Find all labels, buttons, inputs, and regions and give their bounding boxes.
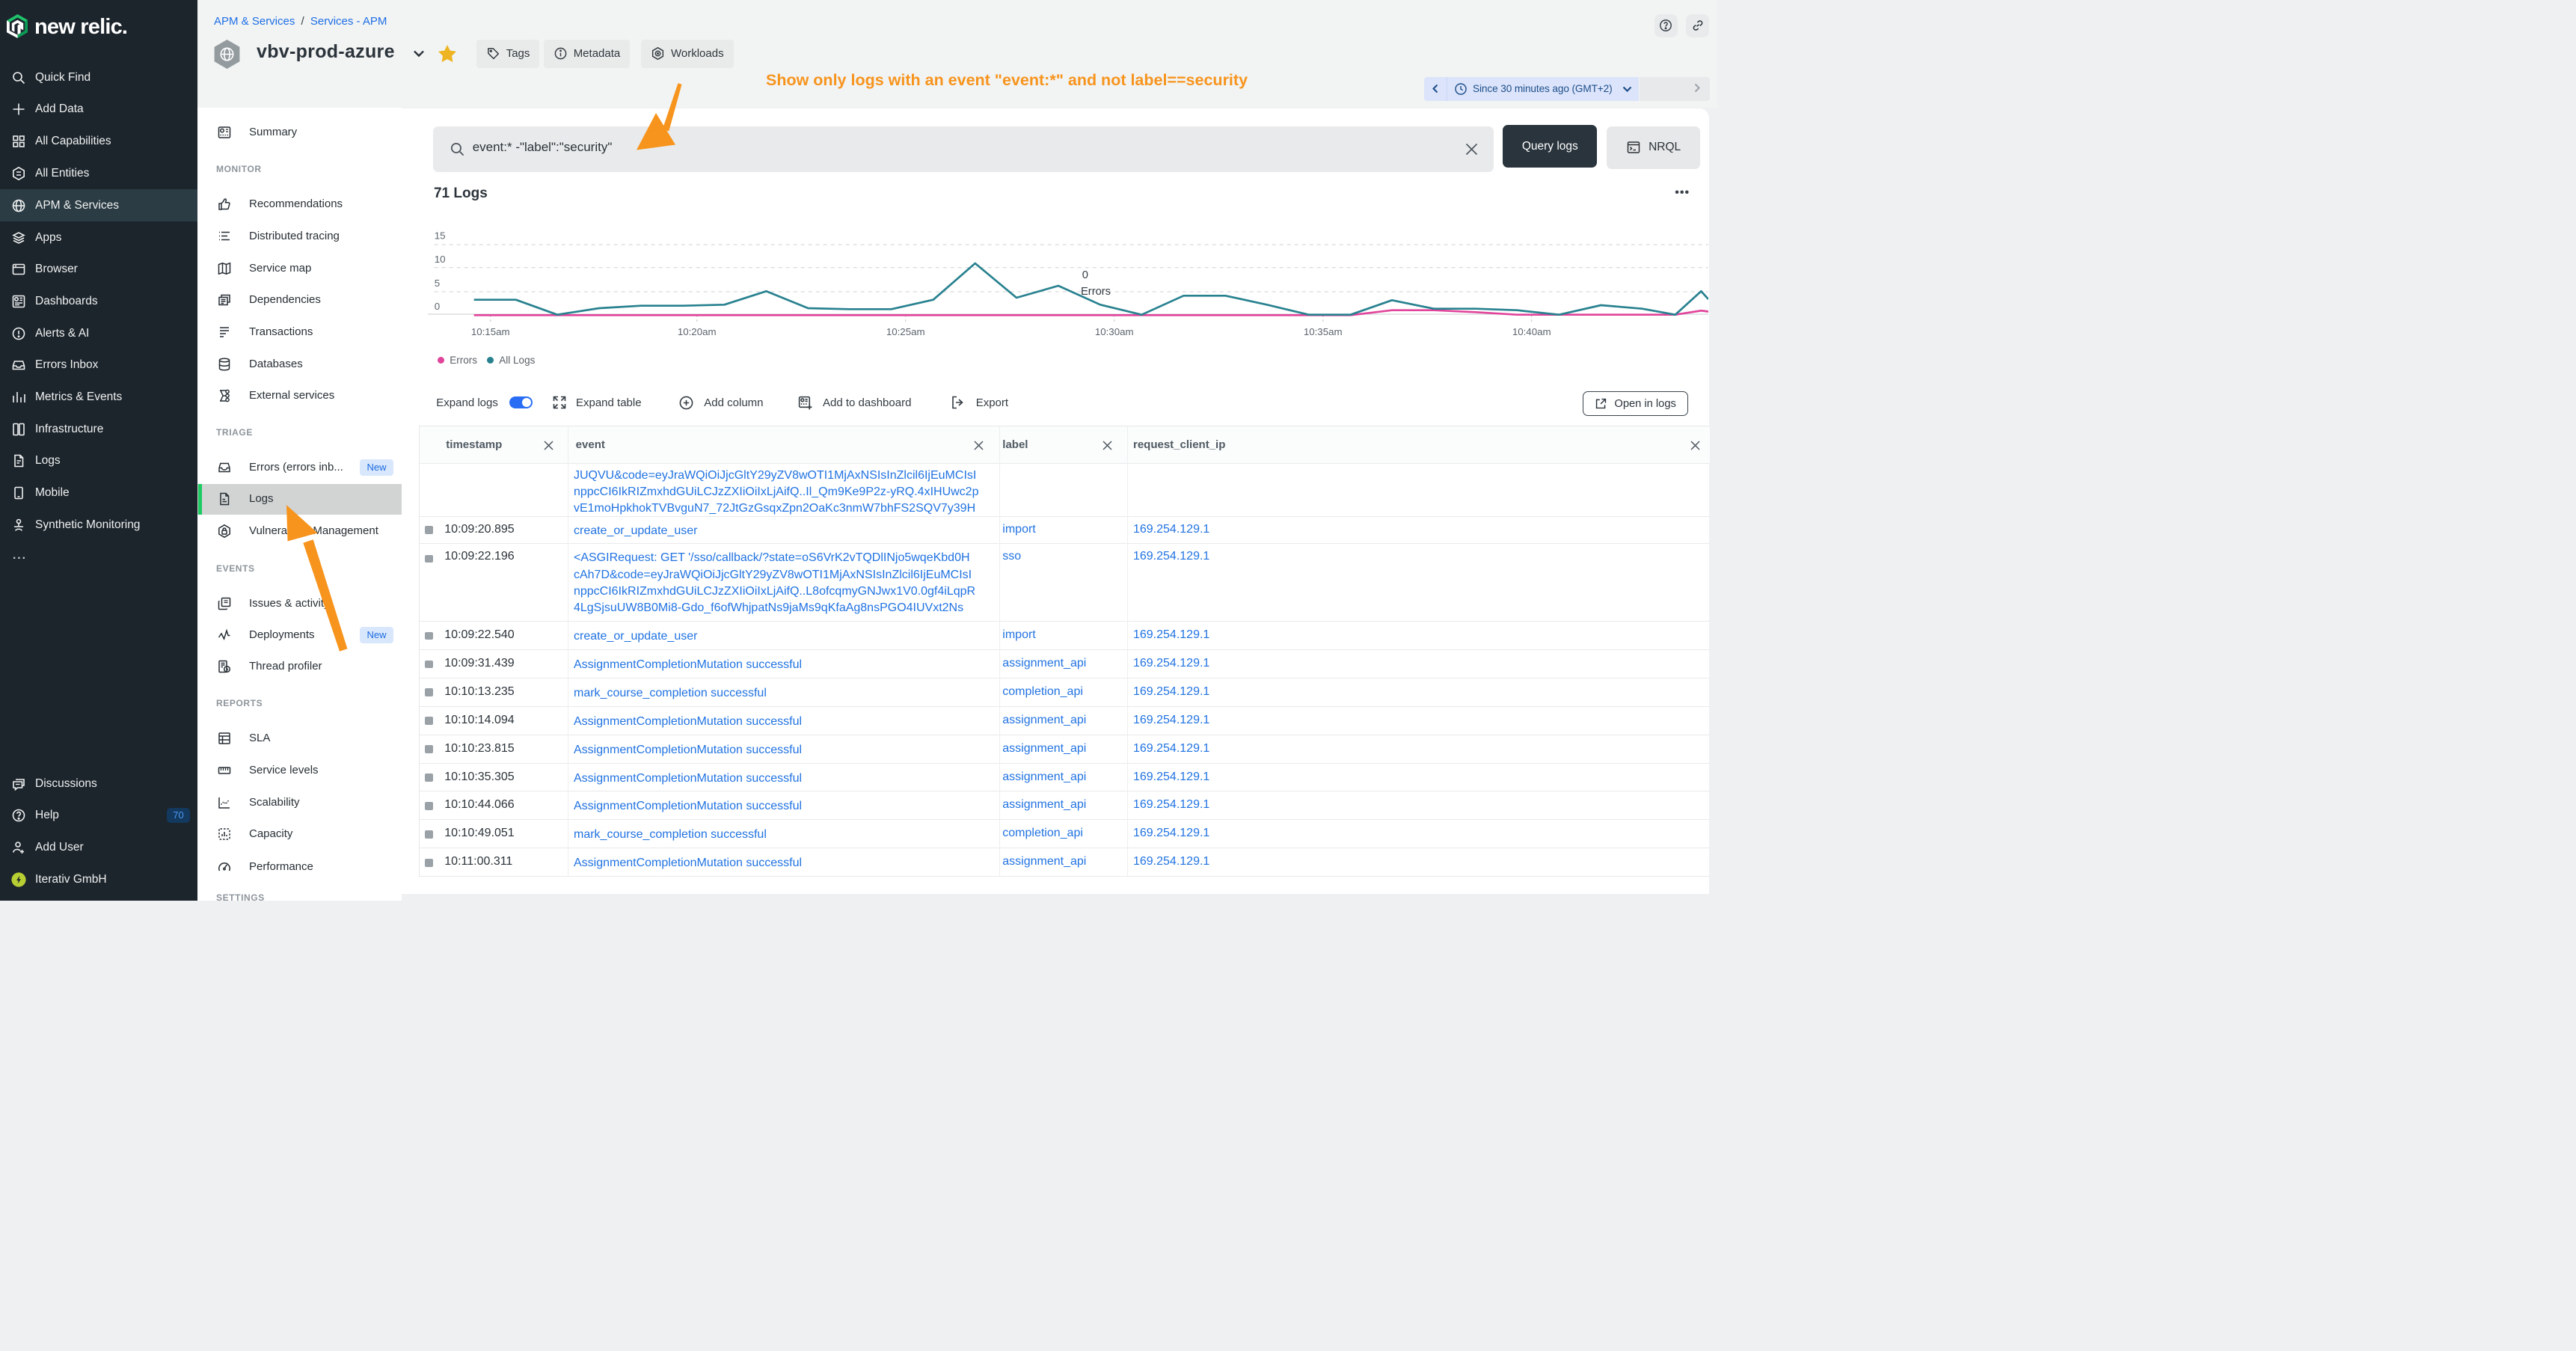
svg-text:10: 10: [435, 254, 446, 265]
svg-text:10:15am: 10:15am: [471, 326, 510, 337]
svg-text:0: 0: [1082, 269, 1088, 281]
svg-text:5: 5: [435, 278, 440, 289]
svg-text:0: 0: [435, 301, 440, 312]
svg-text:new relic.: new relic.: [34, 15, 127, 39]
svg-text:10:30am: 10:30am: [1095, 326, 1134, 337]
svg-text:10:40am: 10:40am: [1512, 326, 1551, 337]
svg-text:Errors: Errors: [1081, 286, 1111, 298]
svg-text:10:25am: 10:25am: [886, 326, 925, 337]
svg-text:10:35am: 10:35am: [1304, 326, 1343, 337]
svg-text:10:20am: 10:20am: [678, 326, 717, 337]
svg-text:15: 15: [435, 230, 446, 241]
